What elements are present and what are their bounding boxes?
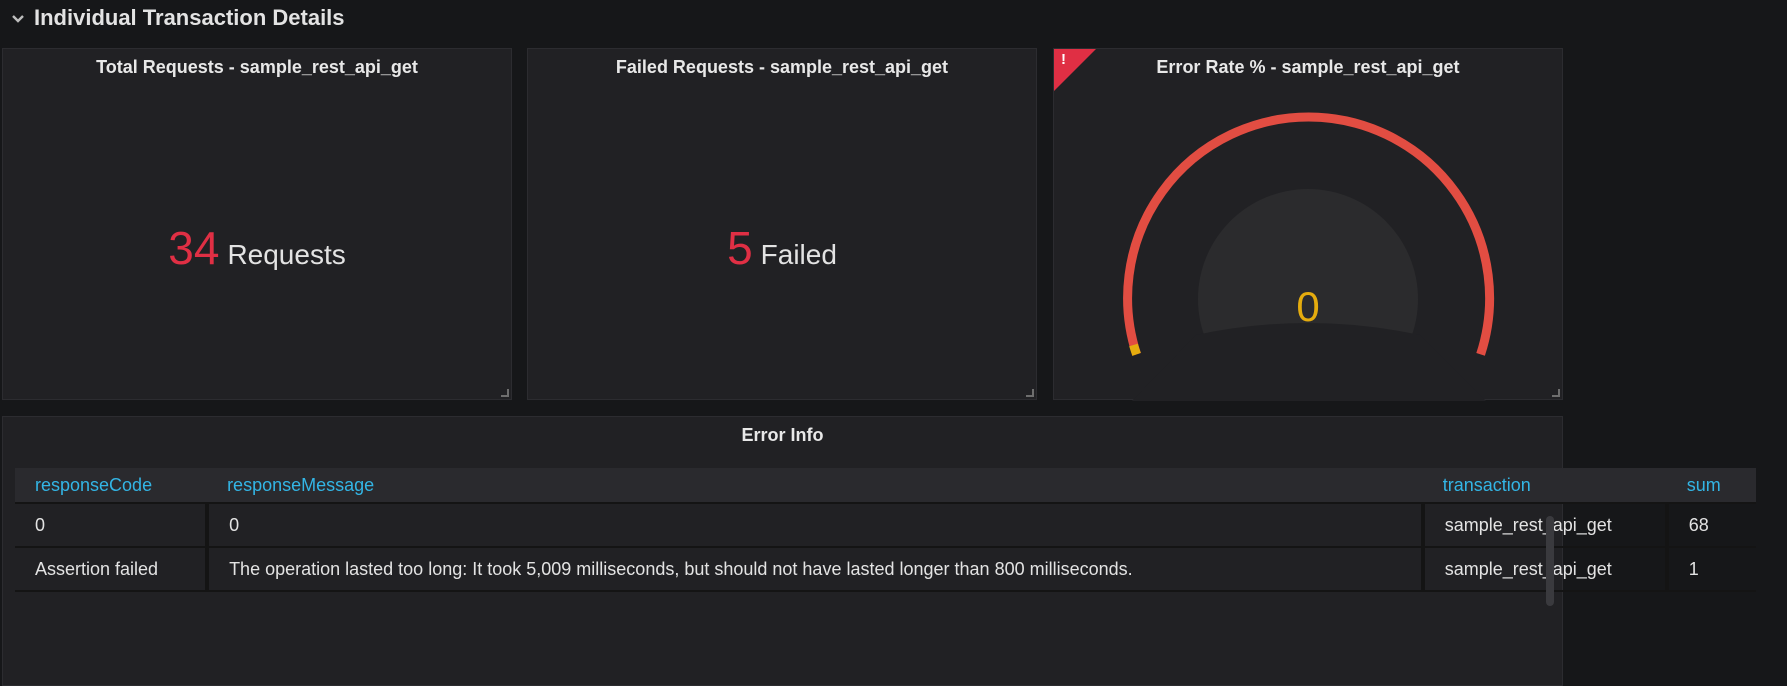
error-rate-panel: ! Error Rate % - sample_rest_api_get 0 — [1053, 48, 1563, 401]
row-title: Individual Transaction Details — [34, 5, 345, 30]
gauge — [1123, 112, 1495, 401]
table-cell: sample_rest_api_get — [1422, 503, 1669, 548]
table-cell: 1 — [1666, 547, 1756, 592]
gauge-value-marker — [1129, 343, 1141, 356]
column-header-sum[interactable]: sum — [1666, 468, 1756, 504]
table-cell: Assertion failed — [15, 547, 210, 592]
stat-unit: Requests — [227, 239, 346, 270]
gauge-bottom-mask — [1131, 323, 1486, 401]
table-cell: The operation lasted too long: It took 5… — [207, 547, 1425, 592]
resize-handle[interactable] — [1026, 389, 1034, 397]
panel-title[interactable]: Error Info — [3, 425, 1562, 446]
gauge-value: 0 — [1296, 283, 1320, 330]
table-row: 0 0 sample_rest_api_get 68 — [15, 503, 1756, 548]
table-cell: 68 — [1666, 503, 1756, 548]
resize-handle[interactable] — [501, 389, 509, 397]
total-requests-panel: Total Requests - sample_rest_api_get 34 R… — [2, 48, 512, 400]
table-cell: 0 — [15, 503, 210, 548]
table-header-row: responseCode responseMessage transaction… — [15, 468, 1756, 504]
stat-value: 34 — [168, 222, 220, 274]
error-info-panel: Error Info responseCode responseMessage … — [2, 416, 1756, 686]
table-cell: sample_rest_api_get — [1422, 547, 1669, 592]
error-info-table: responseCode responseMessage transaction… — [15, 468, 1756, 592]
singlestat: 34 Requests — [3, 221, 511, 275]
failed-requests-panel: Failed Requests - sample_rest_api_get 5F… — [527, 48, 1037, 400]
stat-unit: Failed — [760, 239, 837, 270]
column-header-transaction[interactable]: transaction — [1422, 468, 1667, 504]
panel-title[interactable]: Total Requests - sample_rest_api_get — [3, 57, 511, 78]
stat-value: 5 — [727, 222, 753, 274]
chevron-down-icon[interactable] — [10, 10, 26, 26]
table-cell: 0 — [207, 503, 1425, 548]
column-header-responsemessage[interactable]: responseMessage — [207, 468, 1423, 504]
singlestat: 5 Failed — [528, 221, 1036, 275]
panel-title[interactable]: Failed Requests - sample_rest_api_get — [528, 57, 1036, 78]
table-row: Assertion failed The operation lasted to… — [15, 547, 1756, 592]
row-header[interactable]: Individual Transaction Details — [0, 0, 1787, 36]
resize-handle[interactable] — [1552, 389, 1560, 397]
column-header-responsecode[interactable]: responseCode — [15, 468, 208, 504]
table-scrollbar[interactable] — [1546, 516, 1554, 606]
